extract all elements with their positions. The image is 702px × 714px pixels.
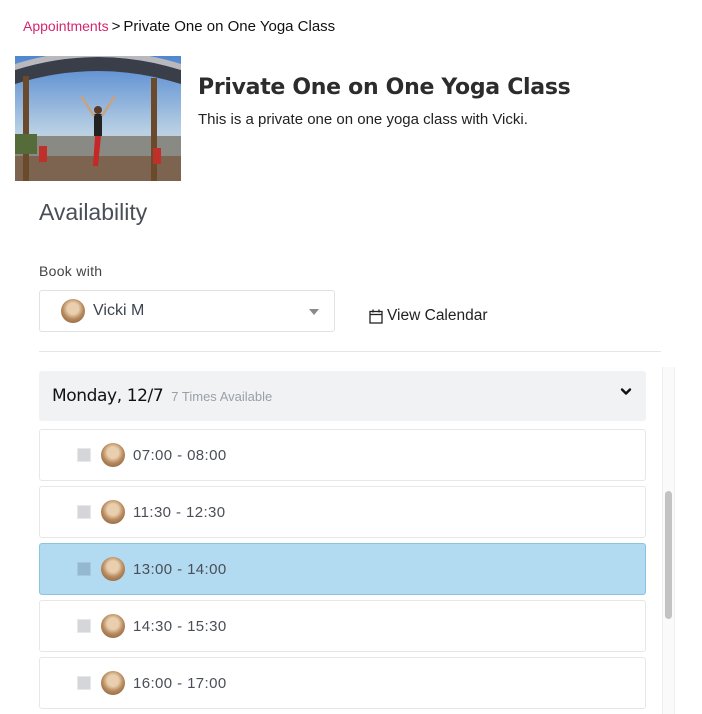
- staff-avatar: [101, 500, 125, 524]
- class-image: [15, 56, 181, 181]
- calendar-icon: [369, 309, 383, 324]
- view-calendar-label: View Calendar: [387, 307, 488, 324]
- slot-checkbox[interactable]: [77, 676, 91, 690]
- slot-checkbox[interactable]: [77, 505, 91, 519]
- time-slot-row[interactable]: 11:30 - 12:30: [39, 486, 646, 538]
- breadcrumb-separator: >: [111, 18, 121, 35]
- slot-checkbox[interactable]: [77, 448, 91, 462]
- day-label: Monday, 12/7: [52, 386, 164, 406]
- divider: [39, 351, 661, 352]
- class-description: This is a private one on one yoga class …: [198, 111, 528, 128]
- availability-heading: Availability: [39, 199, 148, 225]
- times-available-count: 7 Times Available: [171, 388, 273, 404]
- staff-avatar: [101, 557, 125, 581]
- staff-avatar: [101, 614, 125, 638]
- staff-select-value: Vicki M: [93, 302, 145, 319]
- chevron-down-icon[interactable]: [620, 386, 632, 398]
- staff-select[interactable]: Vicki M: [39, 290, 335, 332]
- time-slot-row[interactable]: 14:30 - 15:30: [39, 600, 646, 652]
- time-slot-row[interactable]: 07:00 - 08:00: [39, 429, 646, 481]
- slot-checkbox[interactable]: [77, 562, 91, 576]
- yoga-photo: [15, 56, 181, 181]
- scrollbar-thumb[interactable]: [665, 491, 672, 619]
- slot-time: 07:00 - 08:00: [133, 446, 227, 464]
- slot-time: 14:30 - 15:30: [133, 617, 227, 635]
- slot-time: 13:00 - 14:00: [133, 560, 227, 578]
- class-title: Private One on One Yoga Class: [198, 75, 571, 100]
- time-slot-row[interactable]: 13:00 - 14:00: [39, 543, 646, 595]
- slot-time: 16:00 - 17:00: [133, 674, 227, 692]
- breadcrumb-current: Private One on One Yoga Class: [123, 18, 336, 35]
- time-slot-row[interactable]: 16:00 - 17:00: [39, 657, 646, 709]
- slot-time: 11:30 - 12:30: [133, 503, 226, 521]
- staff-avatar: [61, 299, 85, 323]
- slot-checkbox[interactable]: [77, 619, 91, 633]
- day-group-header[interactable]: Monday, 12/7 7 Times Available: [39, 371, 646, 421]
- staff-avatar: [101, 671, 125, 695]
- staff-avatar: [101, 443, 125, 467]
- breadcrumb: Appointments > Private One on One Yoga Cla…: [23, 18, 335, 35]
- caret-down-icon: [309, 309, 319, 315]
- book-with-label: Book with: [39, 263, 103, 279]
- view-calendar-button[interactable]: View Calendar: [369, 307, 488, 325]
- breadcrumb-appointments-link[interactable]: Appointments: [23, 18, 109, 34]
